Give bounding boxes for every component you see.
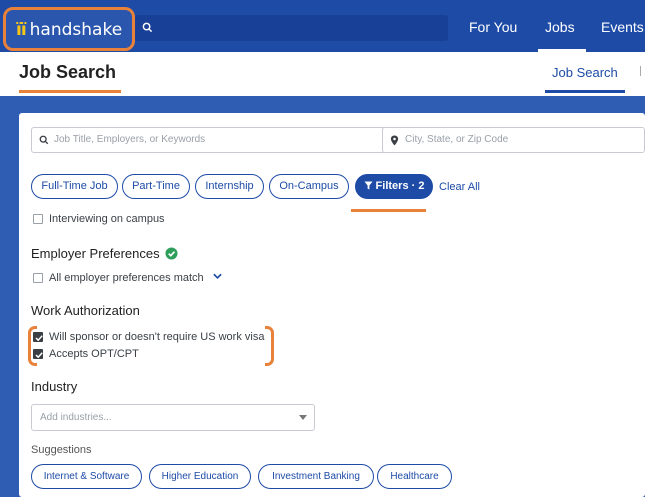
keywords-input[interactable]: Job Title, Employers, or Keywords: [31, 127, 388, 153]
chip-full-time-job[interactable]: Full-Time Job: [31, 174, 118, 199]
tab-job-search[interactable]: Job Search: [552, 65, 618, 80]
nav-jobs[interactable]: Jobs: [545, 19, 575, 35]
logo-highlight: ïï handshake: [3, 7, 135, 51]
employer-preferences-option: All employer preferences match: [49, 272, 204, 284]
suggestion-healthcare[interactable]: Healthcare: [377, 464, 452, 489]
page-title: Job Search: [19, 62, 117, 82]
filter-funnel-icon: [363, 181, 373, 190]
nav-for-you[interactable]: For You: [469, 19, 517, 35]
filters-highlight-underline: [351, 209, 426, 212]
filters-label: Filters · 2: [375, 180, 425, 192]
sponsor-visa-checkbox[interactable]: [33, 332, 43, 342]
suggestion-higher-education[interactable]: Higher Education: [149, 464, 251, 489]
title-highlight-underline: [19, 90, 121, 93]
chevron-down-icon[interactable]: [213, 273, 222, 280]
employer-preferences-checkbox[interactable]: [33, 273, 43, 283]
active-tab-indicator: [545, 90, 625, 93]
handshake-logo[interactable]: ïï handshake: [16, 20, 122, 40]
suggestion-investment-banking[interactable]: Investment Banking: [258, 464, 374, 489]
checkmark-icon: [35, 335, 43, 342]
verified-check-icon: [165, 247, 178, 260]
filter-panel: Job Title, Employers, or Keywords City, …: [19, 113, 645, 497]
location-pin-icon: [390, 135, 399, 146]
suggestion-internet-software[interactable]: Internet & Software: [31, 464, 142, 489]
next-tab-edge[interactable]: [640, 66, 645, 76]
caret-down-icon: [299, 415, 307, 420]
location-placeholder: City, State, or Zip Code: [405, 134, 509, 145]
opt-cpt-label: Accepts OPT/CPT: [49, 348, 139, 360]
logo-text: handshake: [29, 20, 123, 40]
location-input[interactable]: City, State, or Zip Code: [382, 127, 645, 153]
chip-on-campus[interactable]: On-Campus: [269, 174, 349, 199]
work-authorization-heading: Work Authorization: [31, 303, 140, 318]
search-icon: [39, 135, 49, 145]
filters-button[interactable]: Filters · 2: [355, 174, 433, 199]
checkmark-icon: [35, 352, 43, 359]
suggestions-label: Suggestions: [31, 444, 92, 456]
industry-heading: Industry: [31, 379, 78, 394]
opt-cpt-checkbox[interactable]: [33, 349, 43, 359]
work-auth-highlight-right: [265, 326, 274, 366]
chip-part-time[interactable]: Part-Time: [122, 174, 190, 199]
page-header: Job Search Job Search: [0, 52, 645, 96]
keywords-placeholder: Job Title, Employers, or Keywords: [54, 134, 206, 145]
interviewing-checkbox[interactable]: [33, 214, 43, 224]
global-search-input[interactable]: [135, 15, 448, 41]
industry-placeholder: Add industries...: [40, 412, 112, 423]
logo-mark-icon: ïï: [16, 20, 27, 40]
clear-all-link[interactable]: Clear All: [439, 181, 480, 193]
search-icon: [142, 22, 153, 33]
chip-internship[interactable]: Internship: [195, 174, 264, 199]
employer-preferences-heading: Employer Preferences: [31, 246, 160, 261]
top-nav-bar: ïï handshake For You Jobs Events: [0, 0, 645, 52]
interviewing-label: Interviewing on campus: [49, 213, 165, 225]
industry-select[interactable]: Add industries...: [31, 404, 315, 431]
nav-events[interactable]: Events: [601, 19, 644, 35]
sponsor-visa-label: Will sponsor or doesn't require US work …: [49, 331, 265, 343]
